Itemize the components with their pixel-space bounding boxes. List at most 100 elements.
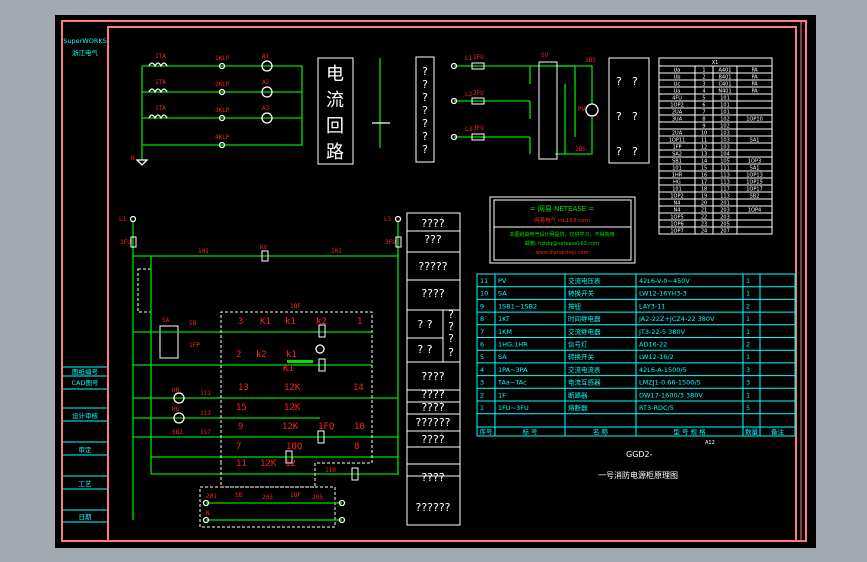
svg-text:?: ? [422,91,428,104]
terminal-cell: 11 [701,138,707,144]
terminal-cell: 1OP2 [670,103,683,109]
terminal-cell: 101 [672,166,682,172]
svg-text:PV: PV [578,106,586,113]
legend-text: ??? [424,233,442,246]
svg-text:?: ? [616,145,622,158]
terminal-cell: 6 [702,103,705,109]
terminal-label: 1 [357,317,362,327]
terminal-label: 1QQ [286,442,302,452]
terminal-cell: 113 [720,180,730,186]
parts-cell: 3 [480,379,484,387]
parts-cell: 5 [746,404,750,412]
terminal-cell: 103 [720,145,730,151]
legend-text: ???? [421,433,445,446]
svg-text:N: N [131,155,135,162]
svg-text:HR: HR [172,387,180,394]
terminal-cell: 13 [701,152,707,158]
svg-text:113: 113 [200,410,211,417]
parts-cell: 2 [480,391,484,399]
parts-header: 名 称 [593,427,609,436]
terminal-cell: 5 [702,96,705,102]
parts-cell: RT3-RDC/5 [639,404,674,412]
parts-cell: 1 [746,277,750,285]
svg-text:L2: L2 [465,91,473,98]
parts-header: 序号 [480,427,494,436]
bottom-label: 203 [262,494,273,501]
terminal-label: 12K [284,403,301,413]
svg-text:HG: HG [172,406,180,413]
cad-drawing-canvas[interactable]: SuperWORKS 浙江电气 图纸编号 CAD图号 设计审核 审定 工艺 日期… [0,0,867,562]
legend-text: ? ? [417,343,432,356]
svg-text:L1: L1 [465,55,473,62]
terminal-cell: SA1 [750,166,760,172]
terminal-label: 12K [260,459,277,469]
legend-text: ?????? [415,416,450,429]
terminal-cell: 201 [720,201,730,207]
svg-text:?: ? [422,143,428,156]
terminal-cell: 1FP [672,145,681,151]
svg-text:KV: KV [260,244,268,251]
terminal-cell: 1OP7 [670,229,683,235]
terminal-cell: 23 [701,222,707,228]
terminal-cell: 15 [701,166,707,172]
legend-text: ???? [421,388,445,401]
svg-text:?: ? [632,75,638,88]
parts-cell: 1 [746,328,750,336]
parts-cell: 电流互感器 [568,378,601,387]
terminal-cell: Ub [674,75,681,81]
parts-cell: 10 [480,290,488,298]
terminal-cell: PA [751,68,758,74]
terminal-cell: 1OP5 [670,215,683,221]
terminal-cell: Ua [674,89,681,95]
terminal-cell: 17 [701,180,707,186]
terminal-cell: N4 [674,201,681,207]
svg-text:流: 流 [326,90,344,111]
parts-cell: 按钮 [568,301,582,310]
terminal-cell: 1 [702,68,705,74]
terminal-cell: 1OP2 [670,194,683,200]
parts-cell: 5 [480,353,484,361]
terminal-label: 12K [282,422,299,432]
parts-cell: 1KM [498,328,512,336]
terminal-cell: SB2 [750,194,760,200]
terminal-label: 3 [238,317,243,327]
field-drawing-no: 图纸编号 [72,367,99,376]
svg-text:SB: SB [189,320,197,327]
field-cad-no: CAD图号 [72,379,99,387]
legend-text: ????? [418,260,447,273]
terminal-cell: 22 [701,215,707,221]
parts-cell: 断路器 [568,390,588,399]
terminal-cell: 10 [701,131,707,137]
svg-text:X1: X1 [712,60,719,66]
terminal-cell: 203 [720,208,730,214]
svg-text:SV: SV [541,52,549,59]
parts-cell: 9 [480,302,484,310]
terminal-cell: 101 [672,187,682,193]
svg-text:1QF: 1QF [290,303,301,310]
terminal-cell: 2UA [672,131,683,137]
parts-cell: 3 [746,366,750,374]
svg-text:A2: A2 [262,79,270,86]
parts-cell: LW12-16YH3-3 [639,290,687,298]
parts-cell: SA [498,290,507,298]
terminal-cell: 104 [720,152,730,158]
field-process: 工艺 [79,480,93,488]
terminal-cell: 1OP17 [746,187,763,193]
parts-cell: 1HG,1HR [498,341,528,349]
legend-text: ???? [421,217,445,230]
parts-cell: 1FU~3FU [498,404,529,412]
svg-text:?: ? [632,145,638,158]
svg-text:SA: SA [162,317,170,324]
svg-text:111: 111 [200,390,211,397]
terminal-cell: PA [751,89,758,95]
terminal-cell: 103 [720,138,730,144]
svg-text:?: ? [632,110,638,123]
terminal-cell: 1OP15 [746,180,763,186]
brand-sub: 浙江电气 [72,48,99,57]
terminal-cell: 117 [720,187,730,193]
terminal-label: 15 [236,403,247,413]
parts-cell: 6 [480,341,484,349]
parts-cell: LW12-16/2 [639,353,674,361]
svg-text:A3: A3 [262,105,270,112]
brand: SuperWORKS [63,37,107,45]
